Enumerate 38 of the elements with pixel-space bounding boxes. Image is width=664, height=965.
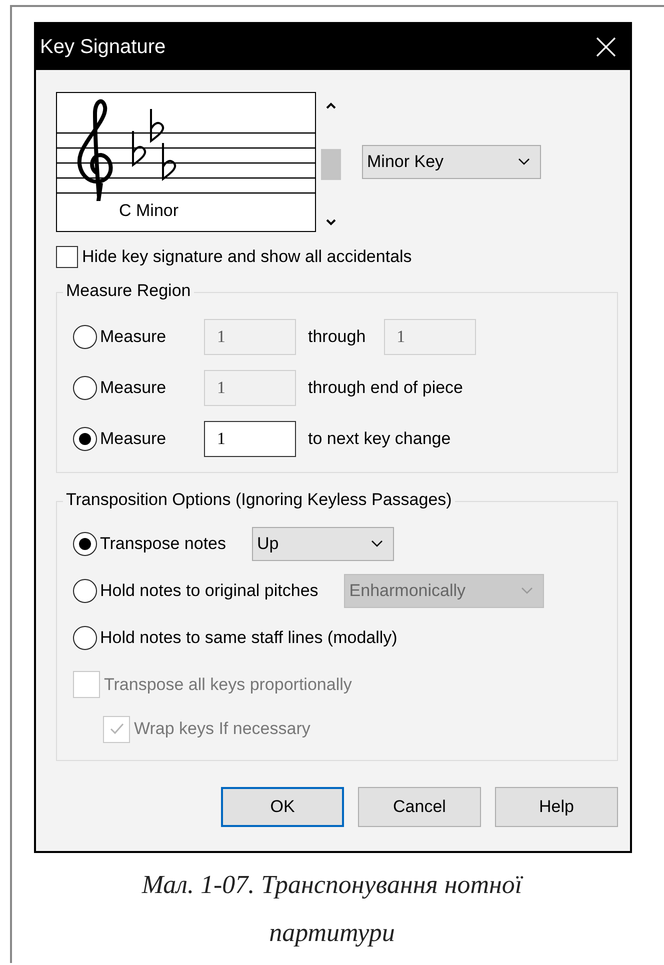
radio-button[interactable] (73, 626, 97, 650)
group-title: Measure Region (63, 281, 194, 301)
input-field[interactable]: 1 (204, 420, 296, 456)
checkbox-label: Wrap keys If necessary (134, 719, 310, 739)
radio-button[interactable] (73, 324, 97, 348)
radio-label: Measure (100, 428, 168, 448)
dialog-button[interactable]: OK (221, 787, 344, 827)
group-title: Transposition Options (Ignoring Keyless Passages) (63, 490, 455, 510)
radio-button[interactable] (73, 578, 97, 602)
key-name: C Minor (119, 201, 180, 221)
dialog-button[interactable]: Cancel (358, 787, 481, 827)
radio-button[interactable] (73, 376, 97, 400)
chevron-down-icon (371, 540, 383, 548)
field-label: through (308, 326, 366, 346)
radio-label: Measure (100, 326, 168, 346)
radio-button[interactable] (73, 532, 97, 556)
radio-button[interactable] (73, 426, 97, 450)
checkbox-label: Hide key signature and show all accidentals (82, 247, 412, 267)
field-label: through end of piece (308, 378, 464, 398)
radio-label: Hold notes to same staff lines (modally) (100, 628, 398, 648)
close-icon[interactable] (596, 37, 616, 57)
figure-caption: Мал. 1-07. Транспонування нотної партитури (140, 869, 524, 949)
checkbox[interactable] (56, 246, 78, 268)
window-title: Key Signature (40, 36, 166, 58)
chevron-down-icon (518, 158, 530, 166)
radio-label: Transpose notes (100, 534, 226, 554)
radio-label: Measure (100, 378, 168, 398)
chevron-down-icon (521, 586, 534, 594)
radio-label: Hold notes to original pitches (100, 580, 318, 600)
dialog-button[interactable]: Help (495, 787, 618, 827)
scroll-thumb[interactable] (321, 148, 341, 180)
dropdown[interactable]: Up (252, 526, 394, 560)
chevron-up-icon[interactable] (326, 102, 336, 109)
chevron-down-icon[interactable] (326, 219, 336, 226)
key-mode-dropdown[interactable]: Minor Key (362, 145, 541, 179)
checkbox-label: Transpose all keys proportionally (104, 674, 352, 694)
checkmark-icon (108, 722, 124, 736)
field-label: to next key change (308, 428, 451, 448)
